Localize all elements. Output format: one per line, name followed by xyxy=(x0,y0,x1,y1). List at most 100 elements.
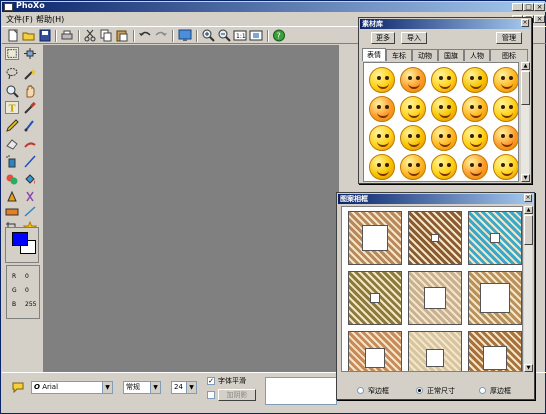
frame-thumbnail[interactable] xyxy=(348,331,402,371)
paste-icon[interactable] xyxy=(115,29,129,42)
tab-animals[interactable]: 动物 xyxy=(412,49,438,61)
pencil-icon[interactable] xyxy=(5,119,19,132)
foreground-color-swatch[interactable] xyxy=(12,232,28,246)
radio-normal-size[interactable] xyxy=(416,387,423,394)
tab-emoticons[interactable]: 表情 xyxy=(362,48,386,61)
help-icon[interactable]: ? xyxy=(272,29,286,42)
smooth-checkbox[interactable]: ✓ xyxy=(207,377,215,385)
scroll-up-icon[interactable]: ▲ xyxy=(524,206,533,214)
emoticon-item[interactable] xyxy=(493,96,518,122)
screen-capture-icon[interactable] xyxy=(178,29,192,42)
manage-button[interactable]: 管理 xyxy=(496,32,522,44)
font-name-select[interactable]: O Arial ▼ xyxy=(31,381,113,394)
material-library-close-icon[interactable]: × xyxy=(521,19,529,27)
emoticon-item[interactable] xyxy=(369,67,395,93)
pattern-frame-close-icon[interactable]: × xyxy=(524,194,532,202)
fit-window-icon[interactable] xyxy=(249,29,263,42)
frame-thumbnail[interactable] xyxy=(348,211,402,265)
emoticon-item[interactable] xyxy=(369,96,395,122)
gradient-icon[interactable] xyxy=(23,190,37,203)
smudge-icon[interactable] xyxy=(23,137,37,150)
emoticon-item[interactable] xyxy=(431,125,457,151)
actual-size-icon[interactable]: 1:1 xyxy=(233,29,247,42)
select-rect-icon[interactable] xyxy=(5,47,19,60)
radio-thick-border[interactable] xyxy=(479,387,486,394)
emoticon-item[interactable] xyxy=(400,67,426,93)
emoticon-item[interactable] xyxy=(493,125,518,151)
add-shadow-button[interactable]: 加阴影 xyxy=(218,389,256,401)
scroll-up-icon[interactable]: ▲ xyxy=(521,62,530,70)
move-icon[interactable] xyxy=(23,47,37,60)
library-scrollbar[interactable]: ▲ ▼ xyxy=(520,62,530,182)
text-input[interactable] xyxy=(265,377,337,405)
zoom-in-icon[interactable] xyxy=(201,29,215,42)
frame-thumbnail[interactable] xyxy=(468,271,522,325)
frame-thumbnail[interactable] xyxy=(468,211,522,265)
minimize-button[interactable]: _ xyxy=(512,3,523,11)
import-button[interactable]: 导入 xyxy=(401,32,427,44)
maximize-button[interactable]: □ xyxy=(523,3,534,11)
copy-icon[interactable] xyxy=(99,29,113,42)
canvas-area[interactable] xyxy=(43,45,339,372)
scroll-thumb[interactable] xyxy=(524,215,533,245)
zoom-icon[interactable] xyxy=(5,85,19,98)
brush-icon[interactable] xyxy=(23,119,37,132)
cut-icon[interactable] xyxy=(83,29,97,42)
frames-scrollbar[interactable]: ▲ ▼ xyxy=(523,206,533,372)
emoticon-item[interactable] xyxy=(431,154,457,180)
emoticon-item[interactable] xyxy=(493,154,518,180)
emoticon-item[interactable] xyxy=(462,96,488,122)
stamp-icon[interactable] xyxy=(23,205,37,218)
color-selector[interactable] xyxy=(5,227,39,263)
line-icon[interactable] xyxy=(23,155,37,168)
more-button[interactable]: 更多 xyxy=(371,32,395,44)
frame-thumbnail[interactable] xyxy=(408,271,462,325)
frame-thumbnail[interactable] xyxy=(408,331,462,371)
scroll-down-icon[interactable]: ▼ xyxy=(524,364,533,372)
emoticon-item[interactable] xyxy=(462,67,488,93)
eraser-icon[interactable] xyxy=(5,137,19,150)
emoticon-item[interactable] xyxy=(462,154,488,180)
tab-flags[interactable]: 国旗 xyxy=(438,49,464,61)
font-size-select[interactable]: 24 ▼ xyxy=(171,381,197,394)
open-icon[interactable] xyxy=(22,29,36,42)
magic-wand-icon[interactable] xyxy=(23,67,37,80)
emoticon-item[interactable] xyxy=(493,67,518,93)
emoticon-item[interactable] xyxy=(400,96,426,122)
print-icon[interactable] xyxy=(60,29,74,42)
emoticon-item[interactable] xyxy=(462,125,488,151)
text-icon[interactable]: T xyxy=(5,101,19,114)
emoticon-item[interactable] xyxy=(369,154,395,180)
radio-thin-border[interactable] xyxy=(357,387,364,394)
lasso-icon[interactable] xyxy=(5,67,19,80)
shadow-checkbox[interactable] xyxy=(207,391,215,399)
spray-icon[interactable] xyxy=(5,155,19,168)
emoticon-item[interactable] xyxy=(369,125,395,151)
frame-thumbnail[interactable] xyxy=(468,331,522,371)
tab-car-logos[interactable]: 车标 xyxy=(386,49,412,61)
frame-thumbnail[interactable] xyxy=(348,271,402,325)
scroll-thumb[interactable] xyxy=(521,71,530,105)
menu-file[interactable]: 文件(F) xyxy=(6,14,33,25)
frame-thumbnail[interactable] xyxy=(408,211,462,265)
undo-icon[interactable] xyxy=(138,29,152,42)
tab-icons[interactable]: 图标 xyxy=(490,49,528,61)
zoom-out-icon[interactable] xyxy=(217,29,231,42)
emoticon-item[interactable] xyxy=(431,96,457,122)
eyedropper-icon[interactable] xyxy=(23,101,37,114)
rect-icon[interactable] xyxy=(5,205,19,218)
tab-people[interactable]: 人物 xyxy=(464,49,490,61)
font-style-select[interactable]: 常规 ▼ xyxy=(123,381,161,394)
menu-help[interactable]: 帮助(H) xyxy=(36,14,64,25)
hand-icon[interactable] xyxy=(23,85,37,98)
sharpen-icon[interactable] xyxy=(5,190,19,203)
scroll-down-icon[interactable]: ▼ xyxy=(521,174,530,182)
close-button[interactable]: × xyxy=(534,3,545,11)
emoticon-item[interactable] xyxy=(400,125,426,151)
new-icon[interactable] xyxy=(6,29,20,42)
doc-close-button[interactable]: × xyxy=(534,15,545,23)
emoticon-item[interactable] xyxy=(400,154,426,180)
clone-icon[interactable] xyxy=(5,173,19,186)
redo-icon[interactable] xyxy=(154,29,168,42)
emoticon-item[interactable] xyxy=(431,67,457,93)
